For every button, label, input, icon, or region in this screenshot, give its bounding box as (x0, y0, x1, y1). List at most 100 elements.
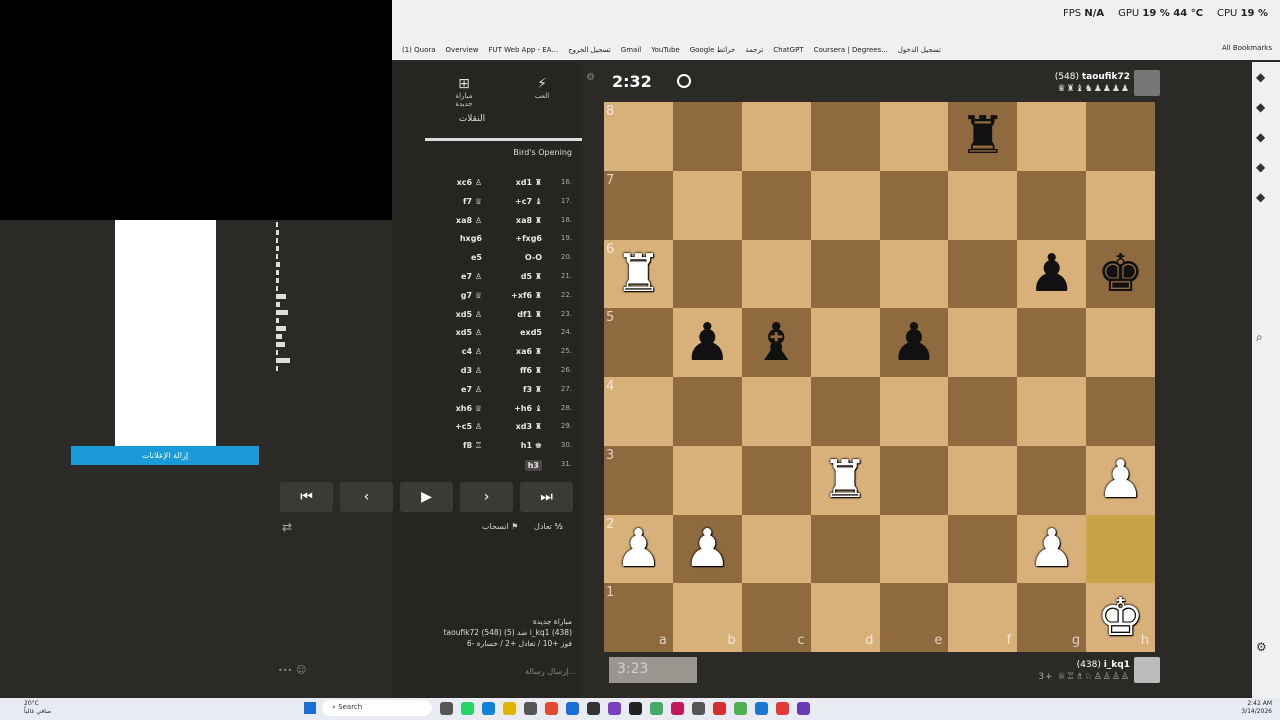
settings-icon[interactable]: ⚙ (586, 72, 595, 83)
last-move-button[interactable]: ⏭ (520, 482, 573, 512)
square-d5[interactable] (810, 308, 880, 377)
square-b5[interactable]: ♟ (672, 308, 742, 377)
white-move[interactable]: h1 ♚ (521, 441, 542, 450)
square-c7[interactable] (741, 170, 811, 240)
square-a4[interactable]: 4 (604, 377, 673, 446)
white-piece[interactable]: ♟ (1017, 515, 1086, 584)
app-icon[interactable] (692, 702, 705, 715)
bookmark-item[interactable]: Coursera | Degrees... (814, 46, 888, 54)
app-icon[interactable] (566, 702, 579, 715)
square-e7[interactable] (879, 170, 949, 240)
bookmark-item[interactable]: Google خرائط (690, 46, 736, 54)
app-icon[interactable] (608, 702, 621, 715)
square-c5[interactable]: ♝ (741, 308, 811, 377)
white-move[interactable]: h3 (524, 459, 542, 471)
bookmark-item[interactable]: Gmail (621, 46, 641, 54)
square-d3[interactable]: ♜ (810, 445, 880, 515)
square-c4[interactable] (741, 377, 811, 446)
square-d6[interactable] (810, 239, 880, 309)
app-icon[interactable] (587, 702, 600, 715)
white-move[interactable]: d5 ♜ (521, 272, 542, 281)
white-move[interactable]: +fxg6 (515, 234, 542, 243)
square-e4[interactable] (879, 377, 949, 446)
gear-icon[interactable]: ⚙ (1256, 640, 1267, 654)
first-move-button[interactable]: ⏮ (280, 482, 333, 512)
square-f3[interactable] (948, 445, 1018, 515)
bookmark-item[interactable]: Overview (446, 46, 479, 54)
app-icon[interactable] (776, 702, 789, 715)
black-move[interactable]: g7 ♕ (461, 291, 482, 300)
avatar[interactable] (1134, 70, 1160, 96)
app-icon[interactable] (734, 702, 747, 715)
sidebar-app-icon[interactable]: ◆ (1256, 160, 1265, 174)
square-e6[interactable] (879, 239, 949, 309)
sidebar-app-icon[interactable]: ◆ (1256, 130, 1265, 144)
square-h8[interactable] (1086, 102, 1155, 171)
system-clock[interactable]: 2:42 AM 3/14/2026 (1222, 700, 1272, 716)
black-piece[interactable]: ♜ (948, 102, 1017, 171)
square-h5[interactable] (1086, 308, 1155, 377)
white-move[interactable]: df1 ♜ (517, 310, 542, 319)
black-move[interactable]: d3 ♙ (461, 366, 482, 375)
black-move[interactable]: e5 (471, 253, 482, 262)
white-move[interactable]: +h6 ♝ (514, 404, 542, 413)
app-icon[interactable] (797, 702, 810, 715)
square-d4[interactable] (810, 377, 880, 446)
white-move[interactable]: xd1 ♜ (516, 178, 542, 187)
app-icon[interactable] (461, 702, 474, 715)
bookmark-item[interactable]: ChatGPT (773, 46, 803, 54)
square-f6[interactable] (948, 239, 1018, 309)
white-move[interactable]: +c7 ♝ (515, 197, 542, 206)
white-move[interactable]: exd5 (520, 328, 542, 337)
black-piece[interactable]: ♟ (673, 308, 742, 377)
black-move[interactable]: xh6 ♕ (456, 404, 482, 413)
white-move[interactable]: xa6 ♜ (516, 347, 542, 356)
white-piece[interactable]: ♜ (811, 446, 880, 515)
white-piece[interactable]: ♜ (604, 240, 673, 309)
flip-board-icon[interactable]: ⇄ (282, 520, 292, 534)
app-icon[interactable] (482, 702, 495, 715)
square-g1[interactable]: g (1017, 583, 1087, 652)
square-e5[interactable]: ♟ (879, 308, 949, 377)
square-h2[interactable] (1086, 514, 1155, 584)
white-move[interactable]: f3 ♜ (523, 385, 542, 394)
black-move[interactable]: xc6 ♙ (457, 178, 482, 187)
square-e2[interactable] (879, 514, 949, 584)
remove-ads-button[interactable]: إزالة الإعلانات (71, 446, 259, 465)
app-icon[interactable] (755, 702, 768, 715)
square-f5[interactable] (948, 308, 1018, 377)
square-c1[interactable]: c (741, 583, 811, 652)
square-e3[interactable] (879, 445, 949, 515)
black-move[interactable]: e7 ♙ (461, 385, 482, 394)
square-g5[interactable] (1017, 308, 1087, 377)
square-h4[interactable] (1086, 377, 1155, 446)
square-h7[interactable] (1086, 170, 1155, 240)
square-a7[interactable]: 7 (604, 170, 673, 240)
taskbar-search[interactable]: ⌕ Search (322, 700, 432, 716)
square-h3[interactable]: ♟ (1086, 445, 1155, 515)
black-move[interactable]: f8 ♖ (463, 441, 482, 450)
black-piece[interactable]: ♚ (1086, 240, 1155, 309)
white-piece[interactable]: ♟ (604, 515, 673, 584)
square-g7[interactable] (1017, 170, 1087, 240)
app-icon[interactable] (671, 702, 684, 715)
app-icon[interactable] (713, 702, 726, 715)
search-icon[interactable]: ⌕ (1256, 330, 1263, 345)
square-e8[interactable] (879, 102, 949, 171)
square-b4[interactable] (672, 377, 742, 446)
square-a2[interactable]: 2 ♟ (604, 514, 673, 584)
white-piece[interactable]: ♟ (1086, 446, 1155, 515)
white-move[interactable]: ff6 ♜ (520, 366, 542, 375)
black-move[interactable]: c4 ♙ (462, 347, 482, 356)
white-move[interactable]: xd3 ♜ (516, 422, 542, 431)
sidebar-app-icon[interactable]: ◆ (1256, 100, 1265, 114)
black-move[interactable]: e7 ♙ (461, 272, 482, 281)
all-bookmarks-button[interactable]: All Bookmarks (1222, 44, 1272, 52)
square-h6[interactable]: ♚ (1086, 239, 1155, 309)
square-c3[interactable] (741, 445, 811, 515)
tab-moves[interactable]: النقلات (392, 114, 582, 124)
weather-widget[interactable]: 20°C صافي غالباً (24, 700, 51, 716)
black-piece[interactable]: ♟ (1017, 240, 1086, 309)
white-move[interactable]: xa8 ♜ (516, 216, 542, 225)
emoji-icon[interactable]: ☺ (296, 665, 306, 676)
